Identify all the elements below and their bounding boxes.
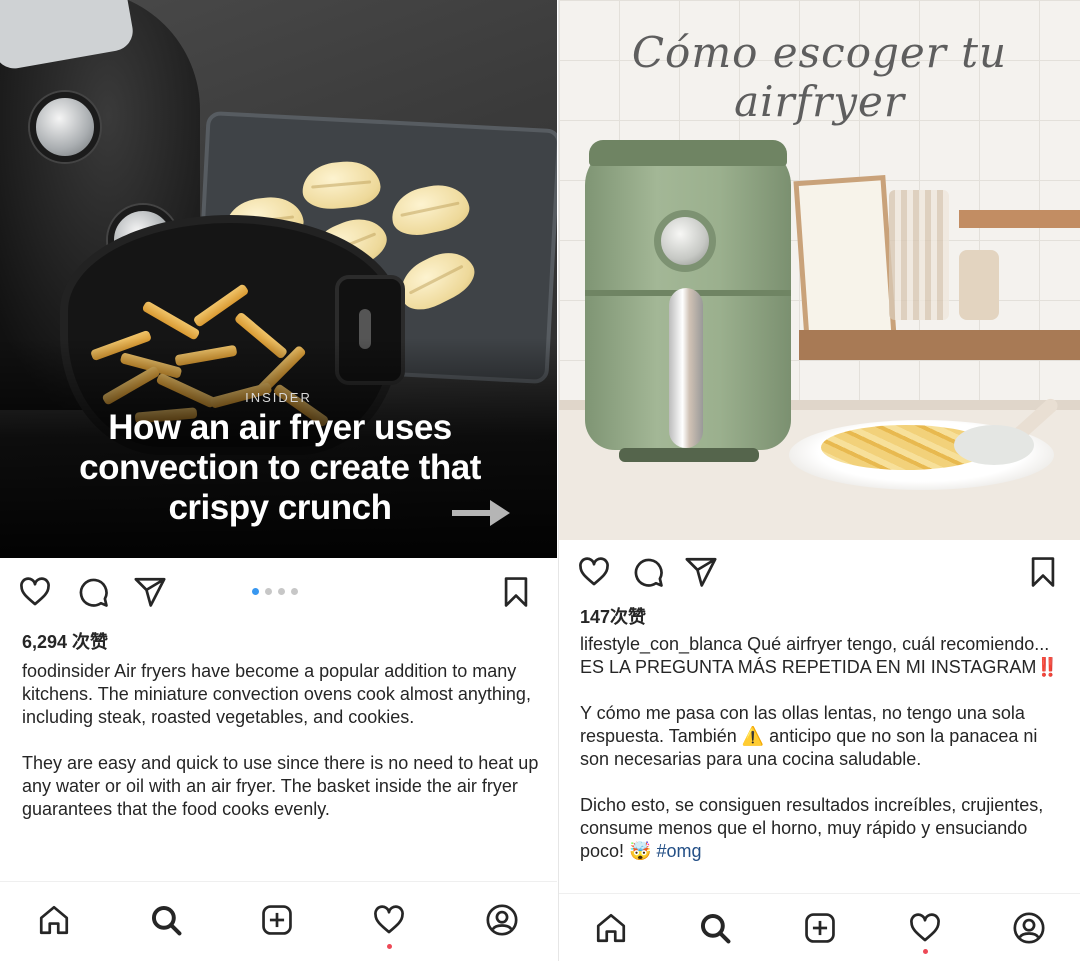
nav-create[interactable] <box>794 898 846 958</box>
post-image[interactable]: Cómo escoger tu airfryer <box>559 0 1080 540</box>
caption-paragraph: They are easy and quick to use since the… <box>22 753 539 819</box>
carousel-dot <box>278 588 285 595</box>
add-post-icon <box>805 913 835 943</box>
bookmark-icon <box>1031 557 1055 587</box>
home-icon <box>596 913 626 943</box>
spatula <box>954 425 1034 465</box>
search-icon <box>151 905 182 936</box>
comment-icon <box>634 558 663 587</box>
nav-profile[interactable] <box>1003 898 1055 958</box>
comment-button[interactable] <box>73 570 113 614</box>
username-link[interactable]: lifestyle_con_blanca <box>580 634 742 654</box>
jar <box>959 250 999 320</box>
bottom-nav <box>559 893 1080 961</box>
fryer-lid <box>589 140 787 166</box>
fryer-handle <box>669 288 703 448</box>
like-count[interactable]: 6,294 次赞 <box>22 628 108 654</box>
image-title: Cómo escoger tu airfryer <box>631 28 1008 126</box>
comment-icon <box>79 578 108 607</box>
like-count[interactable]: 147次赞 <box>580 603 646 629</box>
croissant <box>387 179 473 241</box>
caption-paragraph: lifestyle_con_blanca Qué airfryer tengo,… <box>580 633 1070 679</box>
action-bar <box>559 550 1080 594</box>
save-button[interactable] <box>496 570 536 614</box>
like-button[interactable] <box>574 550 614 594</box>
action-bar <box>0 570 557 614</box>
dial-knob <box>30 92 100 162</box>
nav-profile[interactable] <box>476 890 528 950</box>
carousel-dot <box>265 588 272 595</box>
arrow-right-icon <box>452 500 510 526</box>
croissant <box>300 158 383 212</box>
caption-paragraph: Dicho esto, se consiguen resultados incr… <box>580 794 1070 863</box>
bookmark-icon <box>504 577 528 607</box>
paper-plane-icon <box>685 557 717 587</box>
brand-label: INSIDER <box>245 390 312 405</box>
username-link[interactable]: foodinsider <box>22 661 110 681</box>
fryer-feet <box>619 448 759 462</box>
paper-plane-icon <box>134 577 166 607</box>
picture-frame <box>793 174 897 344</box>
profile-icon <box>1013 912 1045 944</box>
nav-search[interactable] <box>689 898 741 958</box>
carousel-dot <box>252 588 259 595</box>
post-caption: lifestyle_con_blanca Qué airfryer tengo,… <box>580 633 1070 886</box>
post-lifestyle-con-blanca: Cómo escoger tu airfryer 147次赞 lifestyle… <box>558 0 1080 961</box>
counter-shelf <box>799 330 1080 360</box>
share-button[interactable] <box>681 550 721 594</box>
activity-heart-icon <box>374 905 404 934</box>
utensil-holder <box>889 190 949 320</box>
post-foodinsider: INSIDER How an air fryer uses convection… <box>0 0 557 961</box>
comment-button[interactable] <box>628 550 668 594</box>
share-button[interactable] <box>130 570 170 614</box>
caption-text: Dicho esto, se consiguen resultados incr… <box>580 795 1044 861</box>
add-post-icon <box>262 905 292 935</box>
activity-heart-icon <box>910 913 940 942</box>
carousel-indicator <box>252 588 298 595</box>
notification-dot <box>387 944 392 949</box>
nav-activity[interactable] <box>363 890 415 950</box>
heart-icon <box>579 557 609 586</box>
heart-icon <box>20 577 50 606</box>
caption-paragraph: foodinsider Air fryers have become a pop… <box>22 660 542 729</box>
caption-paragraph: Y cómo me pasa con las ollas lentas, no … <box>580 703 1038 769</box>
hashtag-link[interactable]: #omg <box>656 841 701 861</box>
bottom-nav <box>0 881 557 961</box>
carousel-dot <box>291 588 298 595</box>
nav-home[interactable] <box>28 890 80 950</box>
profile-icon <box>486 904 518 936</box>
nav-create[interactable] <box>251 890 303 950</box>
search-icon <box>700 913 731 944</box>
shelf <box>959 210 1080 228</box>
save-button[interactable] <box>1023 550 1063 594</box>
nav-search[interactable] <box>140 890 192 950</box>
home-icon <box>39 905 69 935</box>
notification-dot <box>923 949 928 954</box>
nav-home[interactable] <box>585 898 637 958</box>
post-caption: foodinsider Air fryers have become a pop… <box>22 660 542 844</box>
post-image[interactable]: INSIDER How an air fryer uses convection… <box>0 0 557 558</box>
dial-knob <box>654 210 716 272</box>
like-button[interactable] <box>15 570 55 614</box>
